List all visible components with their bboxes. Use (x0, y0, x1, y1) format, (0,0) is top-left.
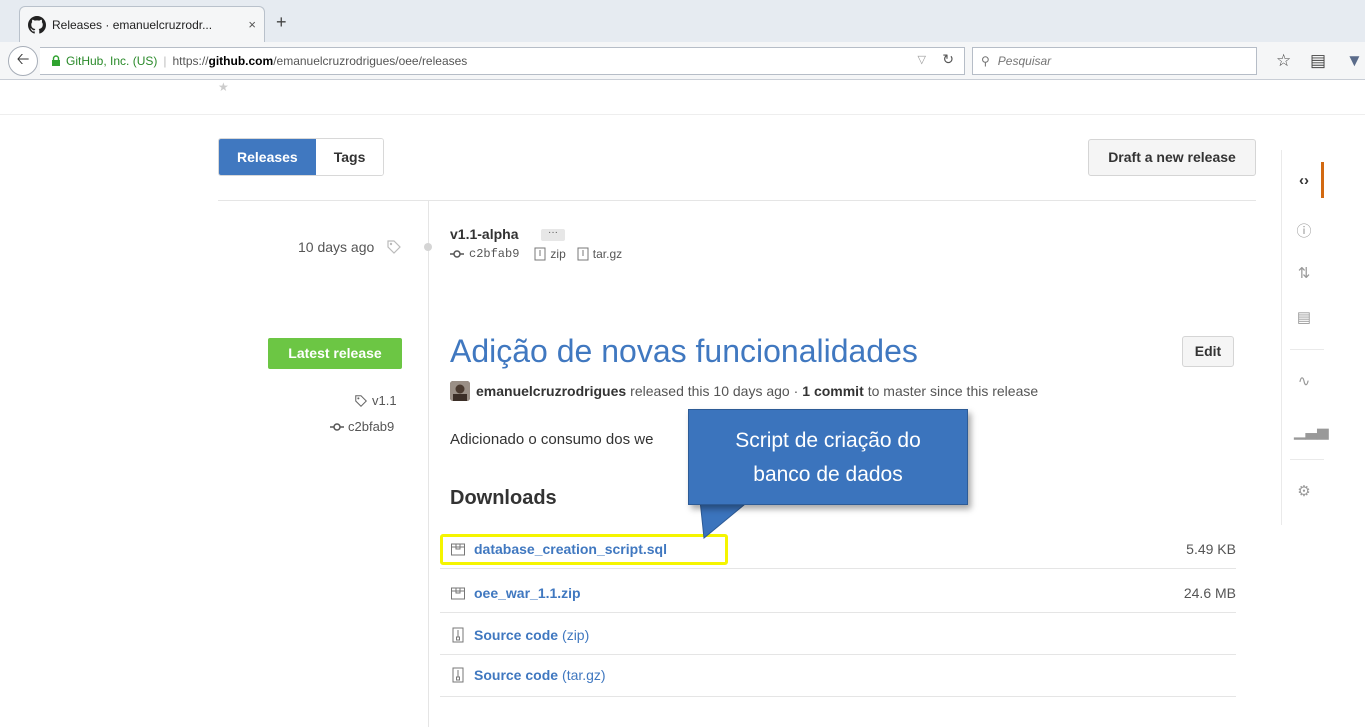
asset-size: 24.6 MB (1183, 585, 1236, 601)
asset-name-link[interactable]: Source code (474, 667, 558, 683)
avatar-image (450, 381, 470, 401)
tag-zip-link[interactable]: zip (550, 247, 565, 261)
releases-tags-switcher: Releases Tags (218, 138, 385, 176)
gear-icon[interactable]: ⚙ (1294, 482, 1314, 502)
browser-toolbar: 🡠 GitHub, Inc. (US) | https:// github.co… (0, 42, 1365, 80)
callout-line-1: Script de criação do (735, 429, 921, 452)
url-host: github.com (208, 54, 274, 68)
asset-row[interactable]: oee_war_1.1.zip 24.6 MB (450, 574, 1236, 612)
repo-sidebar-nav: ‹› ⓘ ⇅ ▤ ∿ ▁▃▅ ⚙ (1281, 150, 1331, 525)
description-start: Adicionado o consumo dos we (450, 431, 654, 448)
zip-file-icon (534, 247, 546, 261)
released-text: released this 10 days ago · (630, 383, 799, 399)
asset-divider (440, 696, 1236, 697)
release-tag[interactable]: v1.1 (354, 393, 397, 408)
search-input[interactable] (995, 53, 1236, 69)
pull-request-icon[interactable]: ⇅ (1294, 264, 1314, 284)
issues-icon[interactable]: ⓘ (1294, 220, 1314, 240)
bookmark-star-icon[interactable]: ☆ (1276, 51, 1291, 71)
since-release-text: to master since this release (867, 383, 1039, 399)
tab-tags[interactable]: Tags (315, 139, 384, 175)
asset-divider (440, 568, 1236, 569)
callout-pointer (700, 500, 751, 539)
asset-format[interactable]: (zip) (562, 627, 589, 643)
tag-commit-link[interactable]: c2bfab9 (469, 247, 519, 261)
nav-active-indicator (1321, 162, 1324, 198)
release-title-link[interactable]: Adição de novas funcionalidades (450, 333, 918, 370)
graphs-icon[interactable]: ▁▃▅ (1294, 422, 1329, 442)
callout-line-2: banco de dados (753, 463, 903, 486)
asset-divider (440, 612, 1236, 613)
history-dropdown-icon[interactable]: ▽ (918, 53, 926, 66)
partial-header-icon: ★ (218, 80, 229, 94)
commit-icon (450, 250, 464, 258)
release-tag-label: v1.1 (372, 393, 397, 408)
asset-row[interactable]: Source code (tar.gz) (450, 656, 1236, 694)
new-tab-button[interactable]: + (276, 12, 287, 33)
wiki-icon[interactable]: ▤ (1294, 308, 1314, 328)
edit-release-button[interactable]: Edit (1182, 336, 1234, 367)
asset-row[interactable]: Source code (zip) (450, 616, 1236, 654)
commit-count-link[interactable]: 1 commit (802, 383, 863, 399)
github-octocat-icon (28, 15, 46, 34)
release-author-link[interactable]: emanuelcruzrodrigues (476, 383, 626, 399)
commit-icon (330, 422, 344, 431)
back-button[interactable]: 🡠 (8, 46, 38, 76)
pocket-icon[interactable]: ▼ (1346, 51, 1363, 71)
tag-icon (355, 394, 367, 407)
downloads-heading: Downloads (450, 487, 557, 509)
tag-targz-link[interactable]: tar.gz (593, 247, 622, 261)
latest-release-badge: Latest release (268, 338, 402, 369)
annotation-callout: Script de criação do banco de dados (688, 409, 968, 505)
tag-meta: c2bfab9 zip tar.gz (450, 247, 632, 261)
tab-close-icon[interactable]: × (248, 17, 256, 32)
archive-icon (452, 627, 464, 643)
release-byline: emanuelcruzrodrigues released this 10 da… (450, 381, 1038, 401)
reload-icon[interactable]: ↻ (942, 51, 954, 68)
draft-new-release-button[interactable]: Draft a new release (1088, 139, 1256, 176)
url-prefix: https:// (172, 54, 209, 68)
asset-format[interactable]: (tar.gz) (562, 667, 606, 683)
timeline-dot (424, 243, 432, 251)
timeline-line (428, 200, 429, 727)
archive-icon (452, 667, 464, 683)
tag-name-link[interactable]: v1.1-alpha (450, 226, 518, 242)
back-arrow-icon: 🡠 (16, 50, 30, 68)
tab-releases[interactable]: Releases (219, 139, 316, 175)
address-separator: | (163, 54, 167, 68)
search-bar[interactable]: ⚲ (972, 47, 1257, 75)
asset-divider (440, 654, 1236, 655)
highlight-box (440, 534, 728, 565)
asset-size: 5.49 KB (1186, 541, 1236, 557)
targz-file-icon (577, 247, 589, 261)
search-icon: ⚲ (981, 54, 990, 68)
package-icon (451, 587, 465, 600)
asset-name-link[interactable]: oee_war_1.1.zip (474, 585, 581, 601)
nav-separator (1290, 349, 1324, 350)
browser-tab[interactable]: Releases · emanuelcruzrodr... × (19, 6, 265, 42)
address-bar[interactable]: GitHub, Inc. (US) | https:// github.com … (40, 47, 965, 75)
tag-icon (387, 240, 401, 254)
release-commit[interactable]: c2bfab9 (330, 419, 394, 434)
code-icon[interactable]: ‹› (1294, 172, 1314, 192)
pulse-icon[interactable]: ∿ (1294, 372, 1314, 392)
nav-separator (1290, 459, 1324, 460)
asset-name-link[interactable]: Source code (474, 627, 558, 643)
header-divider (0, 114, 1365, 115)
tab-title: Releases · emanuelcruzrodr... (52, 17, 213, 32)
url-path: /emanuelcruzrodrigues/oee/releases (273, 54, 468, 68)
lock-icon (52, 55, 60, 66)
avatar[interactable] (450, 381, 470, 401)
site-identity[interactable]: GitHub, Inc. (US) (66, 54, 157, 68)
bookmarks-list-icon[interactable]: ▤ (1310, 51, 1326, 71)
expand-ellipsis-button[interactable]: ··· (541, 228, 565, 241)
release-commit-label: c2bfab9 (348, 419, 395, 434)
browser-tab-strip: Releases · emanuelcruzrodr... × + (0, 0, 1365, 42)
tag-timestamp: 10 days ago (298, 239, 375, 255)
timeline-top-divider (218, 200, 1256, 201)
